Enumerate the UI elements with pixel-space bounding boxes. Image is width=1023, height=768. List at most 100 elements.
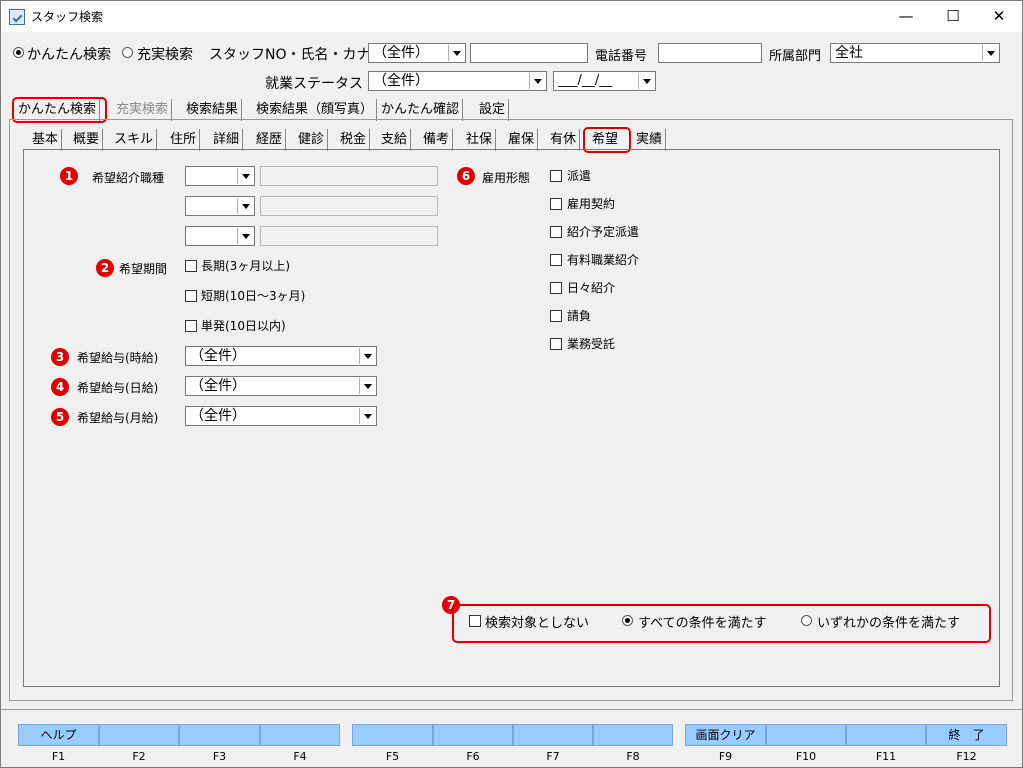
subtab-employment-insurance[interactable]: 雇保 [505, 129, 539, 151]
emp-ttp-label: 紹介予定派遣 [567, 225, 640, 239]
f5-button[interactable] [352, 724, 433, 746]
period-short-checkbox[interactable] [185, 290, 197, 302]
close-button[interactable]: ✕ [976, 1, 1022, 32]
tab-full-search[interactable]: 充実検索 [113, 99, 173, 121]
tab-results-photo[interactable]: 検索結果（顔写真） [253, 99, 378, 121]
monthly-select-value: （全件） [190, 408, 246, 424]
chevron-down-icon [237, 198, 253, 214]
staff-select[interactable]: （全件） [368, 43, 466, 63]
emp-contract-checkbox[interactable] [550, 198, 562, 210]
monthly-select[interactable]: （全件） [185, 406, 377, 426]
tab-settings[interactable]: 設定 [476, 99, 510, 121]
emp-subcontract-checkbox[interactable] [550, 310, 562, 322]
condition-exclude-label: 検索対象としない [485, 616, 590, 631]
minimize-button[interactable]: — [883, 1, 929, 32]
f2-button[interactable] [99, 724, 179, 746]
staff-input[interactable] [470, 43, 588, 63]
f12-button[interactable]: 終 了 [926, 724, 1007, 746]
f5-caption: F5 [385, 750, 400, 763]
f4-caption: F4 [293, 750, 307, 763]
phone-input[interactable] [658, 43, 762, 63]
period-label: 希望期間 [119, 262, 168, 276]
subtab-notes[interactable]: 備考 [420, 129, 454, 151]
app-window: スタッフ検索 — ☐ ✕ かんたん検索 充実検索 スタッフNO・氏名・カナ （全… [0, 0, 1023, 768]
chevron-down-icon [638, 73, 654, 89]
subtab-paid-leave[interactable]: 有休 [547, 129, 581, 151]
subtab-basic[interactable]: 基本 [29, 129, 63, 151]
f11-button[interactable] [846, 724, 926, 746]
tab-results[interactable]: 検索結果 [183, 99, 243, 121]
chevron-down-icon [359, 348, 375, 364]
hourly-select-value: （全件） [190, 348, 246, 364]
subtab-detail[interactable]: 詳細 [210, 129, 244, 151]
chevron-down-icon [359, 378, 375, 394]
marker-5: 5 [51, 408, 69, 426]
subtab-overview[interactable]: 概要 [70, 129, 104, 151]
job-select-1[interactable] [185, 166, 255, 186]
dept-label: 所属部門 [769, 49, 822, 64]
hourly-select[interactable]: （全件） [185, 346, 377, 366]
period-long-checkbox[interactable] [185, 260, 197, 272]
f3-button[interactable] [179, 724, 260, 746]
subtab-skill[interactable]: スキル [111, 129, 158, 151]
title-bar: スタッフ検索 — ☐ ✕ [1, 1, 1022, 32]
f9-caption: F9 [718, 750, 733, 763]
job-name-1 [260, 166, 438, 186]
subtab-tax[interactable]: 税金 [337, 129, 371, 151]
emp-dispatch-checkbox[interactable] [550, 170, 562, 182]
subtab-address[interactable]: 住所 [167, 129, 201, 151]
emp-placement-label: 有料職業紹介 [567, 253, 640, 267]
chevron-down-icon [529, 73, 545, 89]
job-select-2[interactable] [185, 196, 255, 216]
dept-select[interactable]: 全社 [830, 43, 1000, 63]
period-single-checkbox[interactable] [185, 320, 197, 332]
f6-button[interactable] [433, 724, 513, 746]
subtab-social-insurance[interactable]: 社保 [463, 129, 497, 151]
subtab-career[interactable]: 経歴 [253, 129, 287, 151]
mode-full-radio[interactable] [122, 47, 133, 58]
f7-button[interactable] [513, 724, 593, 746]
marker-2: 2 [96, 259, 114, 277]
f1-button[interactable]: ヘルプ [18, 724, 99, 746]
emp-outsourcing-checkbox[interactable] [550, 338, 562, 350]
mode-simple-radio[interactable] [13, 47, 24, 58]
job-name-2 [260, 196, 438, 216]
emp-daily-label: 日々紹介 [567, 281, 616, 295]
subtab-pay[interactable]: 支給 [378, 129, 412, 151]
staff-label: スタッフNO・氏名・カナ [209, 47, 371, 63]
status-label: 就業ステータス [265, 76, 363, 92]
marker-3: 3 [51, 348, 69, 366]
daily-select[interactable]: （全件） [185, 376, 377, 396]
date-select[interactable]: ___/__/__ [553, 71, 656, 91]
f10-button[interactable] [766, 724, 846, 746]
job-select-3[interactable] [185, 226, 255, 246]
emp-dispatch-label: 派遣 [567, 169, 592, 183]
job-name-3 [260, 226, 438, 246]
f8-button[interactable] [593, 724, 673, 746]
condition-any-radio[interactable] [801, 615, 812, 626]
staff-select-value: （全件） [373, 45, 429, 61]
f12-caption: F12 [956, 750, 977, 763]
emp-ttp-checkbox[interactable] [550, 226, 562, 238]
status-select[interactable]: （全件） [368, 71, 547, 91]
condition-all-radio[interactable] [622, 615, 633, 626]
period-long-label: 長期(3ヶ月以上) [201, 259, 290, 273]
subtab-results[interactable]: 実績 [633, 129, 667, 151]
mode-simple-label[interactable]: かんたん検索 [27, 44, 111, 64]
condition-all-label: すべての条件を満たす [638, 616, 767, 631]
condition-exclude-checkbox[interactable] [469, 615, 481, 627]
daily-select-value: （全件） [190, 378, 246, 394]
f9-button[interactable]: 画面クリア [685, 724, 766, 746]
subtab-checkup[interactable]: 健診 [295, 129, 329, 151]
maximize-button[interactable]: ☐ [930, 1, 976, 32]
emp-daily-checkbox[interactable] [550, 282, 562, 294]
emp-placement-checkbox[interactable] [550, 254, 562, 266]
mode-full-label[interactable]: 充実検索 [137, 44, 193, 64]
f4-button[interactable] [260, 724, 340, 746]
employment-label: 雇用形態 [482, 171, 531, 185]
emp-subcontract-label: 請負 [567, 309, 592, 323]
tab-simple-confirm[interactable]: かんたん確認 [378, 99, 464, 121]
condition-any-label: いずれかの条件を満たす [817, 616, 961, 631]
date-select-value: ___/__/__ [558, 73, 613, 88]
f11-caption: F11 [875, 750, 897, 763]
